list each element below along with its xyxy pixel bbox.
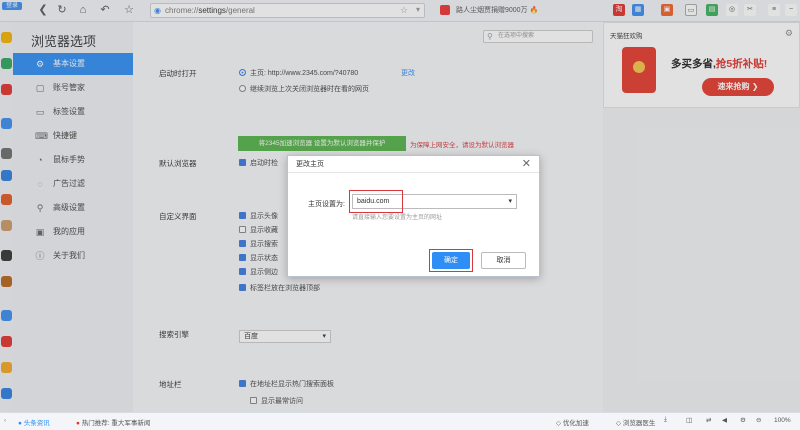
status-bar: ‹ ● 头条资讯 ● 热门推荐: 重大军事新闻 ◇ 优化加速 ◇ 浏览器医生 ⤓…: [0, 412, 800, 430]
headline-news-link[interactable]: ● 头条资讯: [18, 417, 50, 427]
swap-icon[interactable]: ⇄: [706, 416, 711, 424]
homepage-hint: 请直接输入您要设置为主页的网址: [352, 215, 443, 221]
change-homepage-dialog: 更改主页 ✕ 主页设置为: baidu.com ▾ 请直接输入您要设置为主页的网…: [287, 155, 540, 277]
dialog-title: 更改主页: [288, 156, 539, 173]
homepage-field-label: 主页设置为:: [308, 201, 345, 208]
chevron-down-icon[interactable]: ▾: [508, 197, 512, 205]
speed-optimize[interactable]: ◇ 优化加速: [556, 417, 589, 427]
prev-icon[interactable]: ‹: [4, 417, 6, 424]
camera-icon[interactable]: ◫: [686, 416, 692, 424]
volume-icon[interactable]: ◀: [722, 416, 727, 424]
download-icon[interactable]: ⤓: [664, 416, 667, 424]
cancel-button[interactable]: 取消: [481, 252, 526, 269]
close-icon[interactable]: ✕: [522, 158, 531, 171]
settings-icon[interactable]: ⚙: [740, 416, 746, 424]
zoom-out-icon[interactable]: ⊖: [756, 416, 761, 424]
zoom-level[interactable]: 100%: [774, 417, 791, 424]
highlight-box: [349, 190, 403, 213]
browser-doctor[interactable]: ◇ 浏览器医生: [616, 417, 655, 427]
confirm-button[interactable]: 确定: [432, 252, 470, 269]
hot-recommend[interactable]: ● 热门推荐: 重大军事新闻: [76, 417, 150, 427]
